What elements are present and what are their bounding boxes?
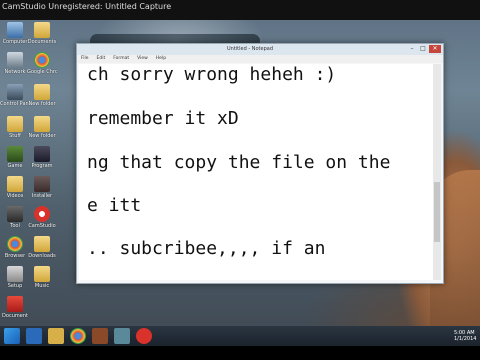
desktop-icon-computer[interactable]: Computer (3, 22, 27, 45)
folder-icon (34, 22, 50, 38)
minimize-button[interactable]: – (407, 45, 417, 53)
desktop-icon-new-folder[interactable]: New folder (28, 84, 56, 107)
recorder-titlebar: CamStudio Unregistered: Untitled Capture (0, 0, 480, 20)
maximize-button[interactable]: □ (418, 45, 428, 53)
folder-icon (34, 116, 50, 132)
computer-icon (7, 22, 23, 38)
desktop-icon-camstudio[interactable]: CamStudio (28, 206, 56, 229)
desktop-icon-stuff[interactable]: Stuff (3, 116, 27, 139)
notepad-taskbar-icon[interactable] (114, 328, 130, 344)
control-panel-icon (7, 84, 23, 100)
desktop-screen: CamStudio Unregistered: Untitled Capture… (0, 0, 480, 360)
text-line: remember it xD (87, 108, 239, 129)
folder-icon (34, 266, 50, 282)
scrollbar-thumb[interactable] (434, 182, 440, 242)
text-line: .. subcribee,,,, if an (87, 238, 326, 259)
desktop-icon-browser[interactable]: Browser (3, 236, 27, 259)
text-line: ch sorry wrong heheh :) (87, 64, 337, 85)
app-icon (34, 176, 50, 192)
app-icon (7, 206, 23, 222)
menu-format[interactable]: Format (113, 55, 129, 63)
folder-icon (34, 236, 50, 252)
chrome-icon (7, 236, 23, 252)
desktop-icon-setup[interactable]: Setup (3, 266, 27, 289)
notepad-window: Untitled - Notepad – □ ✕ File Edit Forma… (76, 43, 444, 284)
desktop-icon-program[interactable]: Program (30, 146, 54, 169)
start-button-icon[interactable] (4, 328, 20, 344)
app-icon (7, 266, 23, 282)
desktop-icon-tool[interactable]: Tool (3, 206, 27, 229)
desktop-icon-game[interactable]: Game (3, 146, 27, 169)
desktop-icon-chrome[interactable]: Google Chrome (27, 52, 57, 75)
chrome-taskbar-icon[interactable] (70, 328, 86, 344)
ie-icon[interactable] (26, 328, 42, 344)
clock[interactable]: 5:00 AM 1/1/2014 (454, 330, 476, 342)
desktop-icon-downloads[interactable]: Downloads (28, 236, 56, 259)
app-icon (34, 146, 50, 162)
menu-view[interactable]: View (137, 55, 148, 63)
desktop-icon-document[interactable]: Document (2, 296, 28, 319)
recorder-title: CamStudio Unregistered: Untitled Capture (2, 2, 172, 11)
desktop-icon-control-panel[interactable]: Control Panel (0, 84, 30, 107)
notepad-titlebar[interactable]: Untitled - Notepad – □ ✕ (77, 44, 443, 55)
desktop-icon-videos[interactable]: Videos (3, 176, 27, 199)
game-icon (7, 146, 23, 162)
app-taskbar-icon[interactable] (92, 328, 108, 344)
desktop-icon-installer[interactable]: Installer (30, 176, 54, 199)
folder-icon (7, 116, 23, 132)
notepad-text-area[interactable]: ch sorry wrong heheh :) remember it xD n… (79, 64, 433, 280)
text-line: e itt (87, 195, 142, 216)
network-icon (7, 52, 23, 68)
chrome-icon (34, 52, 50, 68)
taskbar: 5:00 AM 1/1/2014 (0, 326, 480, 346)
record-taskbar-icon[interactable] (136, 328, 152, 344)
menu-edit[interactable]: Edit (97, 55, 106, 63)
letterbox-bottom (0, 346, 480, 360)
desktop-icon-documents[interactable]: Documents (28, 22, 56, 45)
file-explorer-icon[interactable] (48, 328, 64, 344)
menu-help[interactable]: Help (156, 55, 166, 63)
folder-icon (34, 84, 50, 100)
pdf-icon (7, 296, 23, 312)
folder-icon (7, 176, 23, 192)
menu-file[interactable]: File (81, 55, 89, 63)
desktop-icon-music[interactable]: Music (30, 266, 54, 289)
notepad-title: Untitled - Notepad (227, 46, 274, 52)
desktop-icon-network[interactable]: Network (3, 52, 27, 75)
desktop-icon-new-folder-2[interactable]: New folder (28, 116, 56, 139)
notepad-menubar: File Edit Format View Help (77, 55, 443, 63)
text-line: ng that copy the file on the (87, 152, 391, 173)
close-button[interactable]: ✕ (429, 45, 441, 53)
vertical-scrollbar[interactable] (433, 64, 441, 280)
record-icon (34, 206, 50, 222)
